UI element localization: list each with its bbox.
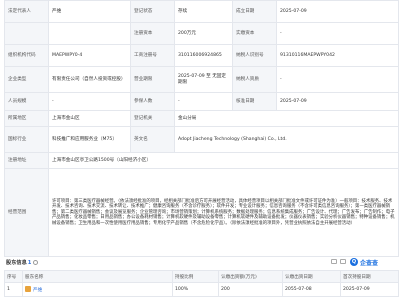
authority-label: 登记机关: [130, 110, 175, 127]
reg-capital-label: 注册资本: [130, 22, 175, 45]
scope-label: 经营范围: [4, 168, 49, 257]
region-label: 所属地区: [4, 110, 49, 127]
address-label: 注册地址: [4, 152, 49, 169]
chart-icon[interactable]: [331, 259, 337, 264]
table-row: 1 严维 100% 200 2055-07-08 2025-07-09: [4, 282, 399, 297]
industry-label: 国标行业: [4, 126, 49, 153]
qcc-logo-icon: Q: [350, 258, 358, 266]
biz-reg-label: 工商注册号: [130, 44, 175, 67]
col-index: 序号: [4, 270, 23, 283]
shareholders-header: 股东信息1 Q 企查查: [4, 257, 398, 268]
row-first-date: 2025-07-09: [340, 282, 399, 297]
org-code-value: MAEPWPY0-4: [48, 44, 131, 67]
org-code-label: 组织机构代码: [4, 44, 49, 67]
address-value[interactable]: 上海市金山区亭卫公路1500号（山阳经济小区）: [48, 152, 399, 169]
op-status-label: 登记状态: [130, 0, 175, 23]
insured-value: -: [174, 92, 233, 111]
op-status-value: 存续: [174, 0, 233, 23]
row-amount: 200: [218, 282, 283, 297]
business-info-table: 法定代表人 严维 登记状态 存续 成立日期 2025-07-09 注册资本 20…: [4, 0, 399, 257]
avatar: [25, 286, 31, 292]
company-type-value: 有限责任公司（自然人投资或控股）: [48, 66, 131, 93]
staff-label: 人员规模: [4, 92, 49, 111]
tax-id-label: 纳税人识别号: [232, 44, 277, 67]
staff-value: -: [48, 92, 131, 111]
legal-rep-value[interactable]: 严维: [48, 0, 131, 23]
shareholder-name[interactable]: 严维: [33, 288, 42, 293]
biz-reg-value: 310116006924865: [174, 44, 233, 67]
established-label: 成立日期: [232, 0, 277, 23]
info-icon[interactable]: [33, 260, 39, 265]
paid-capital-value: -: [276, 22, 399, 45]
company-info-page: 法定代表人 严维 登记状态 存续 成立日期 2025-07-09 注册资本 20…: [0, 0, 400, 300]
col-name: 股东名称: [22, 270, 173, 283]
row-ratio: 100%: [172, 282, 219, 297]
shareholders-count: 1: [27, 260, 32, 266]
english-name-value: Adopt Jiacheng Technology (Shanghai) Co.…: [174, 126, 399, 153]
row-subscribe-date: 2055-07-08: [282, 282, 341, 297]
authority-value: 金山分局: [174, 110, 399, 127]
shareholders-title: 股东信息1: [6, 259, 39, 266]
col-amount: 认缴出资额(万元): [218, 270, 283, 283]
brand-logo: Q 企查查: [350, 257, 396, 267]
tax-id-value: 91310116MAEPWPY042: [276, 44, 399, 67]
export-icon[interactable]: [340, 259, 346, 264]
shareholders-table: 序号 股东名称 持股比例 认缴出资额(万元) 认缴出资日期 首次持股日期 1 严…: [4, 270, 399, 297]
col-subscribe-date: 认缴出资日期: [282, 270, 341, 283]
shareholders-title-text: 股东信息: [6, 260, 27, 266]
term-value: 2025-07-09 至 无固定期限: [174, 66, 233, 93]
col-first-date: 首次持股日期: [340, 270, 399, 283]
approval-label: 核准日期: [232, 92, 277, 111]
insured-label: 参保人数: [130, 92, 175, 111]
reg-capital-value: 200万元: [174, 22, 233, 45]
shareholder-tools: [331, 259, 346, 264]
taxpayer-qual-label: 纳税人资质: [232, 66, 277, 93]
legal-rep-label: 法定代表人: [4, 0, 49, 23]
industry-value: 科技推广和应用服务业（M75）: [48, 126, 131, 153]
row-index: 1: [4, 282, 23, 297]
shareholder-name-cell: 严维: [22, 282, 173, 297]
english-name-label: 英文名: [130, 126, 175, 153]
region-value: 上海市金山区: [48, 110, 131, 127]
taxpayer-qual-value: -: [276, 66, 399, 93]
company-type-label: 企业类型: [4, 66, 49, 93]
approval-value: 2025-07-09: [276, 92, 399, 111]
col-ratio: 持股比例: [172, 270, 219, 283]
brand-name: 企查查: [360, 259, 379, 267]
scope-value: 许可项目：第三类医疗器械经营。（依法须经批准的项目，经相关部门批准后方可开展经营…: [48, 168, 399, 257]
paid-capital-label: 实缴资本: [232, 22, 277, 45]
established-value: 2025-07-09: [276, 0, 399, 23]
term-label: 营业期限: [130, 66, 175, 93]
